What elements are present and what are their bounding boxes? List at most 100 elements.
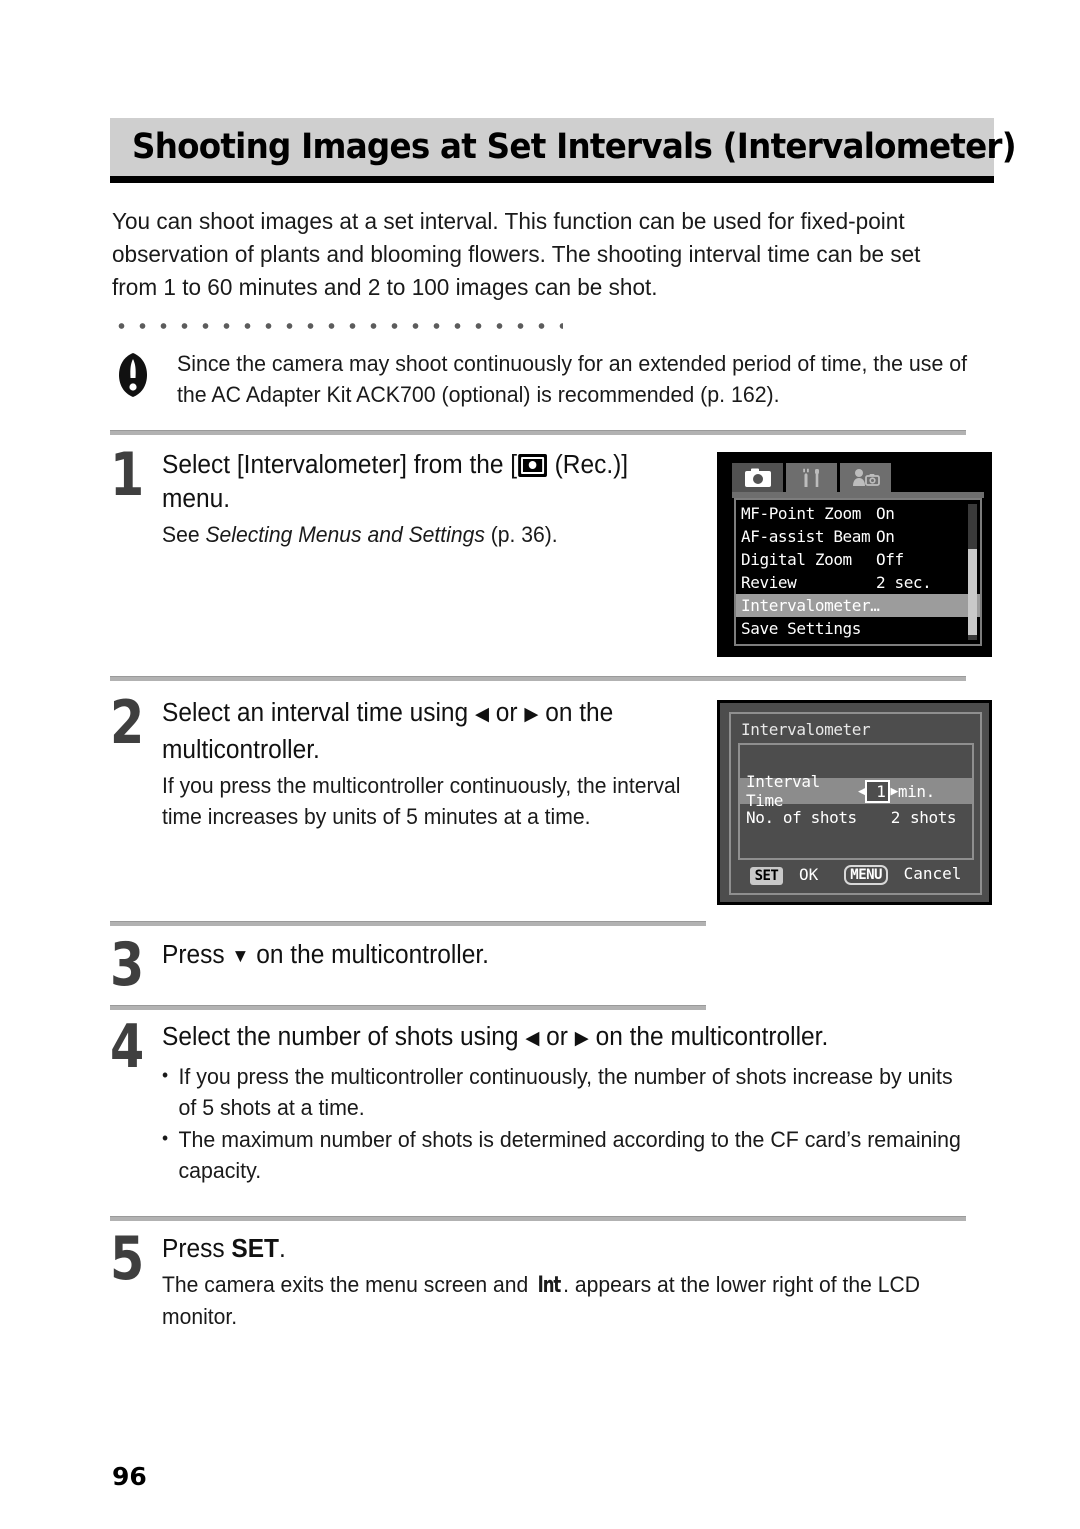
caution-block: Since the camera may shoot continuously … [110, 348, 994, 410]
menu-row[interactable]: AF-assist Beam On [736, 525, 980, 548]
menu-row-label: Review [741, 573, 797, 592]
dotted-separator [111, 322, 563, 330]
step-4-heading-mid: or [539, 1023, 575, 1051]
step-2-heading-before: Select an interval time using [162, 699, 475, 727]
rec-menu-list: MF-Point Zoom On AF-assist Beam On Digit… [734, 498, 982, 646]
left-arrow-icon: ◀ [474, 704, 489, 725]
set-ok-label: OK [799, 864, 819, 884]
menu-cancel-label: Cancel [903, 864, 962, 883]
no-of-shots-value[interactable]: 2 [858, 808, 901, 827]
dialog-settings-panel: Interval Time ◀ 1 ▶ min. No. of shots 2 … [738, 743, 974, 860]
my-camera-icon [852, 469, 880, 486]
menu-row-label: Digital Zoom [741, 550, 852, 569]
exclamation-icon [110, 352, 156, 398]
step-1-heading-before: Select [Intervalometer] from the [ [162, 451, 518, 479]
dialog-footer: SET OK MENU Cancel [731, 864, 980, 885]
menu-row-label: Save Settings [741, 619, 862, 638]
step-2: 2 Select an interval time using ◀ or ▶ o… [110, 688, 710, 832]
step-3-number: 3 [110, 930, 145, 1000]
step-2-subtext: If you press the multicontroller continu… [162, 773, 681, 829]
divider-step-3 [110, 921, 706, 926]
menu-row-value: On [876, 504, 895, 523]
step-5-subtext: The camera exits the menu screen and Int… [162, 1269, 957, 1332]
step-1: 1 Select [Intervalometer] from the [ (Re… [110, 440, 710, 550]
increment-arrow-icon[interactable]: ▶ [890, 784, 898, 799]
step-1-sub-prefix: See [162, 522, 206, 547]
menu-row-label: MF-Point Zoom [741, 504, 862, 523]
step-5-number: 5 [110, 1224, 145, 1294]
menu-row-value: 2 sec. [876, 573, 932, 592]
step-2-heading-mid: or [489, 699, 525, 727]
lcd-intervalometer-dialog-screenshot: Intervalometer Interval Time ◀ 1 ▶ min. … [717, 700, 992, 905]
menu-row[interactable]: Digital Zoom Off [736, 548, 980, 571]
step-4: 4 Select the number of shots using ◀ or … [110, 1017, 990, 1187]
step-2-heading: Select an interval time using ◀ or ▶ on … [162, 696, 688, 767]
set-button-label: SET [231, 1235, 279, 1263]
step-1-sub-suffix: (p. 36). [484, 522, 558, 547]
dialog-frame: Intervalometer Interval Time ◀ 1 ▶ min. … [729, 712, 982, 895]
step-1-number: 1 [110, 440, 145, 510]
down-arrow-icon: ▼ [231, 946, 250, 967]
right-arrow-icon: ▶ [574, 1028, 589, 1049]
interval-time-row[interactable]: Interval Time ◀ 1 ▶ min. [740, 772, 972, 810]
step-5-sub-before: The camera exits the menu screen and [162, 1272, 535, 1297]
my-camera-tab[interactable] [840, 463, 891, 492]
page-title: Shooting Images at Set Intervals (Interv… [132, 127, 1017, 167]
step-4-heading-after: on the multicontroller. [588, 1023, 829, 1051]
menu-cancel-group[interactable]: MENU Cancel [844, 864, 961, 885]
divider-step-2 [110, 676, 966, 681]
caution-text: Since the camera may shoot continuously … [177, 351, 968, 407]
header-underline [110, 176, 994, 183]
menu-row-label: Intervalometer… [741, 596, 880, 615]
menu-row-value: Off [876, 550, 904, 569]
step-4-heading-before: Select the number of shots using [162, 1023, 526, 1051]
setup-tab[interactable] [786, 463, 837, 492]
menu-key-badge: MENU [844, 865, 888, 885]
menu-row-value: On [876, 527, 895, 546]
set-ok-group[interactable]: SET OK [749, 864, 819, 885]
step-5: 5 Press SET. The camera exits the menu s… [110, 1224, 990, 1332]
step-5-heading-before: Press [162, 1235, 232, 1263]
step-3-heading-before: Press [162, 941, 232, 969]
menu-row[interactable]: Save Settings [736, 617, 980, 640]
step-4-bullets: If you press the multicontroller continu… [162, 1060, 965, 1186]
page-header-band: Shooting Images at Set Intervals (Interv… [110, 118, 1017, 176]
manual-page: Shooting Images at Set Intervals (Interv… [0, 0, 1080, 1529]
right-arrow-icon: ▶ [524, 704, 539, 725]
wrench-screwdriver-icon [802, 468, 819, 487]
rec-camera-icon [518, 454, 547, 477]
step-1-heading: Select [Intervalometer] from the [ (Rec.… [162, 448, 688, 516]
menu-row[interactable]: Review 2 sec. [736, 571, 980, 594]
interval-time-unit: min. [897, 781, 935, 801]
no-of-shots-label: No. of shots [746, 807, 857, 827]
page-number: 96 [112, 1462, 147, 1491]
step-5-heading-after: . [279, 1235, 286, 1263]
step-3-heading: Press ▼ on the multicontroller. [162, 938, 784, 975]
menu-scrollbar-thumb[interactable] [968, 549, 977, 635]
divider-step-5 [110, 1216, 966, 1221]
dialog-title: Intervalometer [741, 720, 871, 739]
set-key-badge: SET [749, 866, 784, 885]
step-1-sub-italic: Selecting Menus and Settings [205, 522, 485, 547]
step-3-heading-after: on the multicontroller. [249, 941, 489, 969]
menu-tabs [732, 463, 891, 492]
decrement-arrow-icon[interactable]: ◀ [858, 784, 866, 799]
interval-time-value[interactable]: 1 [865, 779, 891, 803]
no-of-shots-row[interactable]: No. of shots 2 shots [740, 804, 972, 830]
step-4-heading: Select the number of shots using ◀ or ▶ … [162, 1020, 957, 1057]
camera-icon [744, 468, 771, 487]
left-arrow-icon: ◀ [525, 1028, 540, 1049]
no-of-shots-unit: shots [910, 807, 957, 827]
menu-row-selected[interactable]: Intervalometer… [736, 594, 980, 617]
list-item: The maximum number of shots is determine… [162, 1123, 965, 1186]
intervalometer-indicator-icon: Int [537, 1273, 561, 1298]
step-3: 3 Press ▼ on the multicontroller. [110, 935, 810, 995]
menu-scrollbar[interactable] [968, 504, 977, 640]
step-5-heading: Press SET. [162, 1232, 957, 1266]
intro-paragraph: You can shoot images at a set interval. … [112, 208, 921, 300]
menu-row[interactable]: MF-Point Zoom On [736, 502, 980, 525]
step-2-number: 2 [110, 688, 145, 758]
list-item: If you press the multicontroller continu… [162, 1060, 965, 1123]
divider-step-4 [110, 1005, 706, 1010]
rec-tab[interactable] [732, 463, 783, 492]
